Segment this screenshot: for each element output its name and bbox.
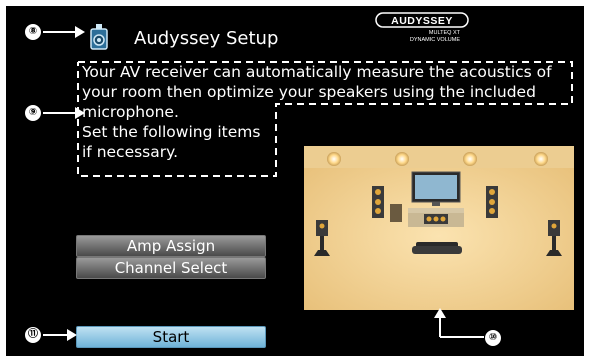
- front-right-speaker: [486, 186, 498, 218]
- sofa: [412, 242, 462, 254]
- callout-9: ⑨: [24, 104, 42, 122]
- logo-brand: AUDYSSEY: [391, 15, 453, 27]
- callout-8: ⑧: [24, 23, 42, 41]
- amp-assign-button[interactable]: Amp Assign: [76, 235, 266, 257]
- callout-11-arrow: [43, 329, 77, 341]
- description-line: if necessary.: [82, 143, 179, 161]
- front-left-speaker: [372, 186, 384, 218]
- callout-11: ⑪: [24, 326, 42, 344]
- description: Your AV receiver can automatically measu…: [82, 62, 576, 162]
- description-line: Set the following items: [82, 123, 261, 141]
- audyssey-logo: AUDYSSEY MULTEQ XT DYNAMIC VOLUME: [375, 12, 469, 43]
- logo-line1: MULTEQ XT: [429, 30, 461, 36]
- setup-screen: ⑧ Audyssey Setup AUDYSSEY MULTEQ XT DYNA…: [6, 6, 584, 356]
- callout-10-arrow: [434, 308, 484, 338]
- callout-10: ⑩: [484, 329, 502, 347]
- callout-9-arrow: [43, 107, 85, 119]
- callout-8-arrow: [43, 26, 85, 38]
- description-line: microphone.: [82, 103, 179, 121]
- logo-line2: DYNAMIC VOLUME: [410, 37, 460, 43]
- description-line: your room then optimize your speakers us…: [82, 83, 536, 101]
- description-line: Your AV receiver can automatically measu…: [82, 63, 552, 81]
- page-title: Audyssey Setup: [134, 28, 279, 49]
- channel-select-button[interactable]: Channel Select: [76, 257, 266, 279]
- start-button[interactable]: Start: [76, 326, 266, 348]
- speaker-icon: [90, 24, 108, 50]
